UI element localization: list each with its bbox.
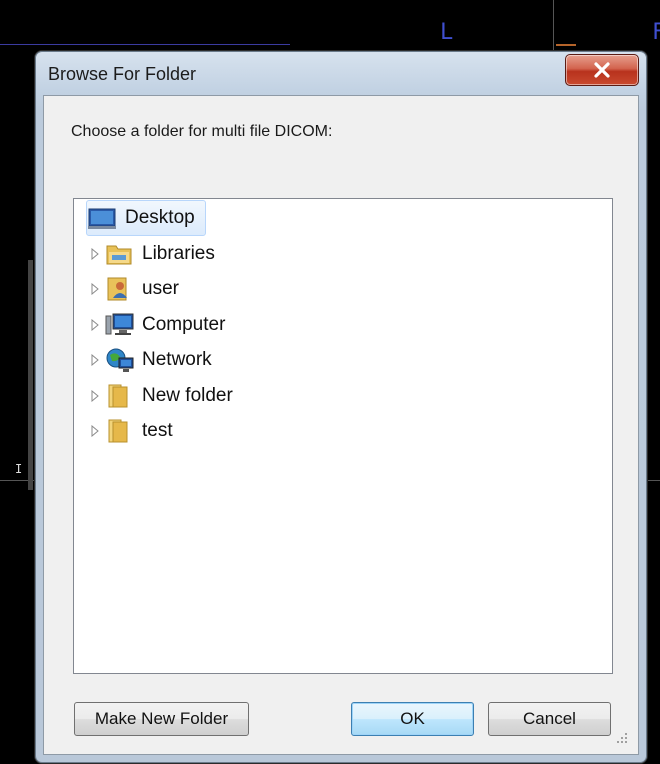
expand-arrow-icon[interactable]	[90, 283, 100, 295]
viewer-letter-left: L	[440, 20, 454, 45]
folder-tree[interactable]: Desktop Libraries user Computer Network …	[73, 198, 613, 674]
close-icon	[594, 62, 610, 78]
viewer-line-orange	[556, 44, 576, 46]
viewer-line-top	[0, 44, 290, 45]
dialog-title: Browse For Folder	[48, 64, 197, 84]
folder-icon	[108, 419, 128, 443]
tree-item-label: New folder	[142, 385, 233, 406]
tree-item-label: user	[142, 278, 179, 299]
tree-item-label: test	[142, 420, 173, 441]
close-button[interactable]	[565, 54, 639, 86]
ok-button[interactable]: OK	[351, 702, 474, 736]
tree-item-label: Computer	[142, 314, 226, 335]
folder-icon	[108, 384, 128, 408]
viewer-line-vertical	[553, 0, 554, 50]
tree-item-libraries[interactable]: Libraries	[74, 238, 274, 270]
tree-item-label: Libraries	[142, 243, 215, 264]
viewer-scroll-left	[28, 260, 33, 490]
browse-for-folder-dialog: Browse For Folder Choose a folder for mu…	[34, 50, 648, 764]
expand-arrow-icon[interactable]	[90, 425, 100, 437]
user-folder-icon	[107, 277, 127, 301]
libraries-icon	[106, 245, 132, 265]
expand-arrow-icon[interactable]	[90, 390, 100, 402]
dialog-client-area: Choose a folder for multi file DICOM: De…	[43, 95, 639, 755]
tree-item-test[interactable]: test	[74, 415, 274, 447]
expand-arrow-icon[interactable]	[90, 354, 100, 366]
dialog-titlebar[interactable]: Browse For Folder	[35, 51, 647, 95]
expand-arrow-icon[interactable]	[90, 248, 100, 260]
tree-item-label: Network	[142, 349, 212, 370]
expand-arrow-icon[interactable]	[90, 319, 100, 331]
viewer-marker: I	[15, 462, 23, 476]
dialog-prompt: Choose a folder for multi file DICOM:	[71, 123, 333, 140]
viewer-letter-right: F	[652, 20, 660, 45]
viewer-line-horizontal-right	[646, 480, 660, 481]
tree-item-computer[interactable]: Computer	[74, 309, 274, 341]
resize-grip-icon[interactable]	[616, 732, 628, 744]
tree-item-new-folder[interactable]: New folder	[74, 380, 274, 412]
tree-item-network[interactable]: Network	[74, 344, 274, 376]
desktop-icon	[88, 208, 116, 229]
network-icon	[106, 348, 134, 372]
make-new-folder-button[interactable]: Make New Folder	[74, 702, 249, 736]
tree-item-label: Desktop	[125, 207, 195, 228]
cancel-button[interactable]: Cancel	[488, 702, 611, 736]
tree-item-desktop[interactable]: Desktop	[74, 200, 274, 236]
tree-item-user[interactable]: user	[74, 273, 274, 305]
computer-icon	[105, 313, 134, 335]
